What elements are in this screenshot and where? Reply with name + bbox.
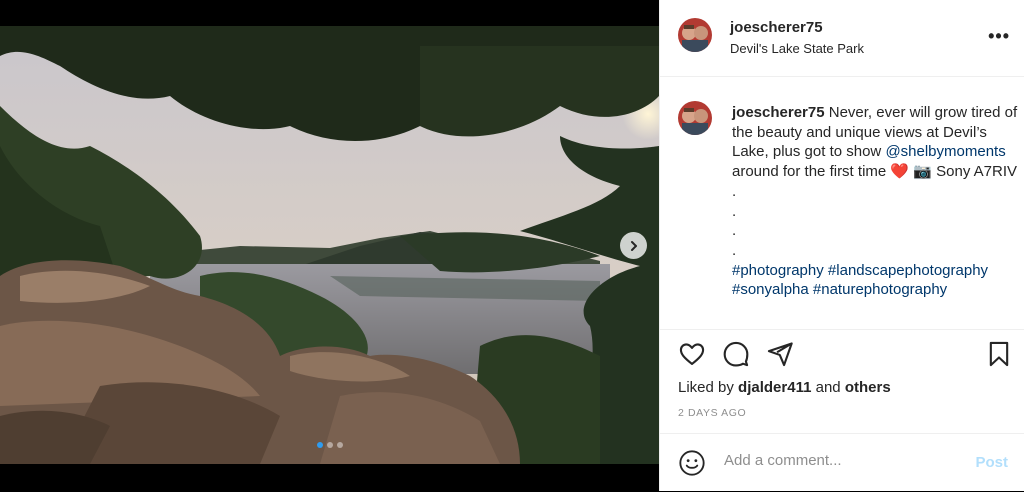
carousel-dot (336, 442, 343, 448)
heart-icon[interactable] (678, 340, 706, 368)
caption-body-continued: around for the first time (732, 163, 887, 181)
post-timestamp[interactable]: 2 DAYS AGO (678, 407, 746, 419)
hashtag-link[interactable]: #sonyalpha (732, 281, 809, 298)
post-location[interactable]: Devil's Lake State Park (730, 41, 864, 56)
carousel-dot-active (316, 442, 323, 448)
bookmark-icon[interactable] (985, 340, 1013, 368)
post-comment-button[interactable]: Post (975, 454, 1008, 471)
caption-dot: . (732, 222, 737, 240)
carousel-next-button[interactable] (620, 232, 647, 259)
landscape-photo (0, 26, 659, 464)
heart-emoji: ❤️ (890, 163, 910, 181)
caption-dot: . (732, 202, 737, 220)
likes-prefix: Liked by (678, 379, 734, 396)
emoji-icon[interactable] (678, 449, 706, 477)
chevron-right-icon (630, 240, 637, 251)
post-header: joescherer75 Devil's Lake State Park ••• (660, 0, 1024, 77)
post-media (0, 0, 659, 491)
post-side-panel: joescherer75 Devil's Lake State Park •••… (659, 0, 1024, 491)
hashtag-link[interactable]: #landscapephotography (828, 262, 988, 279)
post-photo[interactable] (0, 26, 659, 464)
caption-text: joescherer75 Never, ever will grow tired… (732, 103, 1018, 300)
carousel-indicator (0, 442, 659, 448)
comment-bar: Post (660, 433, 1024, 492)
share-icon[interactable] (766, 340, 794, 368)
hashtag-link[interactable]: #photography (732, 262, 824, 279)
caption-dot: . (732, 241, 737, 259)
carousel-dot (326, 442, 333, 448)
caption-dot: . (732, 182, 737, 200)
likes-joiner: and (815, 379, 841, 396)
likes-summary: Liked by djalder411 and others (678, 379, 891, 396)
caption-camera-text: Sony A7RIV (936, 163, 1018, 181)
likes-others-link[interactable]: others (845, 379, 891, 396)
caption-username[interactable]: joescherer75 (732, 104, 825, 121)
post-actions (660, 340, 1024, 372)
caption-avatar[interactable] (678, 101, 712, 135)
post-author-username[interactable]: joescherer75 (730, 19, 823, 36)
avatar-image (678, 101, 712, 135)
likes-user-link[interactable]: djalder411 (738, 379, 811, 396)
hashtag-link[interactable]: #naturephotography (813, 281, 947, 298)
more-horizontal-icon[interactable]: ••• (988, 26, 1010, 47)
camera-emoji: 📷 (913, 163, 932, 181)
comment-input[interactable] (722, 451, 966, 470)
caption-section: joescherer75 Never, ever will grow tired… (660, 77, 1024, 330)
comment-icon[interactable] (722, 340, 750, 368)
caption-mention-link[interactable]: @shelbymoments (885, 143, 1005, 160)
avatar[interactable] (678, 18, 712, 52)
avatar-image (678, 18, 712, 52)
